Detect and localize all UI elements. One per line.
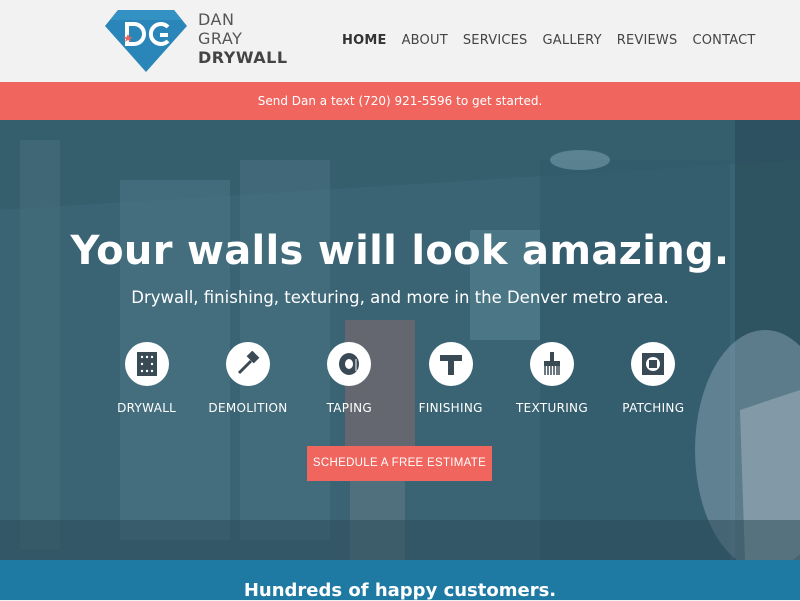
diamond-logo-icon xyxy=(105,10,187,72)
hero-background-image xyxy=(0,120,800,560)
hammer-icon xyxy=(225,342,270,386)
service-label: DEMOLITION xyxy=(208,401,288,415)
site-header: DAN GRAY DRYWALL HOME ABOUT SERVICES GAL… xyxy=(0,0,800,82)
trowel-icon xyxy=(428,342,473,386)
service-patching[interactable]: PATCHING xyxy=(603,342,704,415)
logo[interactable] xyxy=(104,8,188,74)
hero-section: Your walls will look amazing. Drywall, f… xyxy=(0,120,800,560)
service-drywall[interactable]: DRYWALL xyxy=(96,342,197,415)
service-taping[interactable]: TAPING xyxy=(299,342,400,415)
tape-roll-icon xyxy=(327,342,372,386)
services-row: DRYWALL DEMOLITION TAPING FINISHING TEXT… xyxy=(96,342,704,415)
service-label: PATCHING xyxy=(622,401,685,415)
service-label: TAPING xyxy=(326,401,373,415)
main-nav: HOME ABOUT SERVICES GALLERY REVIEWS CONT… xyxy=(342,33,771,48)
text-banner[interactable]: Send Dan a text (720) 921-5596 to get st… xyxy=(0,82,800,120)
brand-line-1: DAN xyxy=(198,10,235,29)
nav-contact[interactable]: CONTACT xyxy=(692,33,755,48)
service-finishing[interactable]: FINISHING xyxy=(400,342,501,415)
service-label: DRYWALL xyxy=(117,401,177,415)
nav-reviews[interactable]: REVIEWS xyxy=(617,33,678,48)
nav-services[interactable]: SERVICES xyxy=(463,33,528,48)
brand-line-3: DRYWALL xyxy=(198,48,288,67)
service-demolition[interactable]: DEMOLITION xyxy=(197,342,298,415)
testimonials-section: Hundreds of happy customers. xyxy=(0,560,800,601)
testimonials-title: Hundreds of happy customers. xyxy=(243,580,557,601)
nav-gallery[interactable]: GALLERY xyxy=(543,33,602,48)
service-label: FINISHING xyxy=(418,401,483,415)
nav-home[interactable]: HOME xyxy=(342,33,387,48)
brush-icon xyxy=(529,342,574,386)
schedule-estimate-button[interactable]: SCHEDULE A FREE ESTIMATE xyxy=(307,446,492,481)
brand-name: DAN GRAY DRYWALL xyxy=(198,10,288,67)
nav-about[interactable]: ABOUT xyxy=(402,33,448,48)
service-label: TEXTURING xyxy=(516,401,588,415)
service-texturing[interactable]: TEXTURING xyxy=(501,342,602,415)
banner-text[interactable]: Send Dan a text (720) 921-5596 to get st… xyxy=(258,94,543,108)
drywall-board-icon xyxy=(124,342,169,386)
patch-square-icon xyxy=(631,342,676,386)
hero-title: Your walls will look amazing. xyxy=(70,228,730,274)
brand-line-2: GRAY xyxy=(198,29,243,48)
hero-subtitle: Drywall, finishing, texturing, and more … xyxy=(131,288,669,307)
